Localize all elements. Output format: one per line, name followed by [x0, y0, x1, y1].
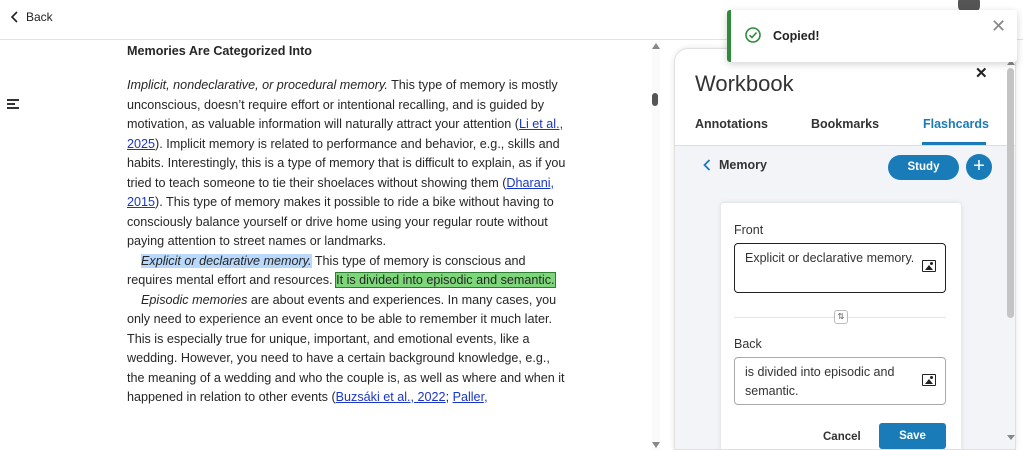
front-field[interactable]: Explicit or declarative memory.: [734, 243, 946, 293]
close-icon[interactable]: ✕: [991, 16, 1006, 37]
study-button[interactable]: Study: [888, 155, 959, 180]
deck-header: Memory Study +: [675, 145, 1015, 189]
article-page: Memories Are Categorized Into Implicit, …: [38, 41, 652, 450]
workbook-tabs: Annotations Bookmarks Flashcards: [675, 113, 1015, 143]
paragraph-implicit: Implicit, nondeclarative, or procedural …: [127, 78, 566, 248]
menu-icon[interactable]: [7, 99, 19, 109]
close-icon[interactable]: ✕: [975, 64, 988, 82]
paragraph-explicit: Explicit or declarative memory. This typ…: [127, 253, 556, 288]
add-flashcard-button[interactable]: +: [966, 154, 992, 180]
toast-message: Copied!: [773, 29, 820, 43]
scroll-up-arrow-icon[interactable]: [652, 43, 660, 49]
citation-link[interactable]: Buzsáki et al., 2022: [336, 390, 446, 404]
scrollbar-thumb[interactable]: [1007, 68, 1014, 318]
highlight-green[interactable]: It is divided into episodic and semantic…: [335, 272, 556, 288]
cancel-button[interactable]: Cancel: [823, 431, 861, 443]
scroll-down-arrow-icon[interactable]: [652, 442, 660, 448]
tab-flashcards[interactable]: Flashcards: [923, 117, 989, 131]
save-button[interactable]: Save: [879, 423, 946, 449]
chevron-left-icon: [10, 11, 18, 23]
section-heading: Memories Are Categorized Into: [127, 44, 312, 58]
back-label: Back: [26, 10, 53, 24]
back-button[interactable]: Back: [10, 10, 53, 24]
plus-icon: +: [973, 155, 985, 177]
reader-pane: Memories Are Categorized Into Implicit, …: [38, 41, 652, 450]
check-circle-icon: [745, 27, 761, 43]
image-icon[interactable]: [922, 374, 936, 386]
tab-annotations[interactable]: Annotations: [695, 117, 768, 131]
term-implicit: Implicit, nondeclarative, or procedural …: [127, 78, 388, 92]
front-value: Explicit or declarative memory.: [745, 251, 915, 265]
workbook-scrollbar[interactable]: [1006, 60, 1016, 440]
front-label: Front: [734, 223, 764, 237]
left-rail: [0, 41, 38, 450]
toast-notification: Copied! ✕: [727, 10, 1017, 62]
back-label: Back: [734, 337, 762, 351]
back-value: is divided into episodic and semantic.: [745, 365, 895, 398]
reader-scrollbar[interactable]: [652, 41, 660, 450]
back-field[interactable]: is divided into episodic and semantic.: [734, 357, 946, 405]
flashcard-editor: Front Explicit or declarative memory. ⇅ …: [721, 203, 961, 449]
tab-bookmarks[interactable]: Bookmarks: [811, 117, 879, 131]
term-episodic: Episodic memories: [141, 292, 248, 307]
citation-link[interactable]: Paller,: [453, 390, 488, 404]
scroll-down-arrow-icon[interactable]: [1007, 435, 1015, 440]
highlight-blue[interactable]: Explicit or declarative memory.: [141, 253, 312, 268]
deck-name: Memory: [719, 158, 767, 172]
paragraph-episodic: Episodic memories are about events and e…: [127, 292, 565, 405]
image-icon[interactable]: [922, 260, 936, 272]
workbook-panel: Workbook ✕ Annotations Bookmarks Flashca…: [674, 48, 1016, 450]
workbook-title: Workbook: [695, 71, 794, 96]
deck-back-button[interactable]: Memory: [703, 158, 767, 172]
flashcard-editor-area: Front Explicit or declarative memory. ⇅ …: [675, 189, 1015, 449]
chevron-left-icon: [703, 159, 711, 171]
scrollbar-thumb[interactable]: [652, 93, 658, 106]
swap-icon[interactable]: ⇅: [834, 310, 848, 324]
